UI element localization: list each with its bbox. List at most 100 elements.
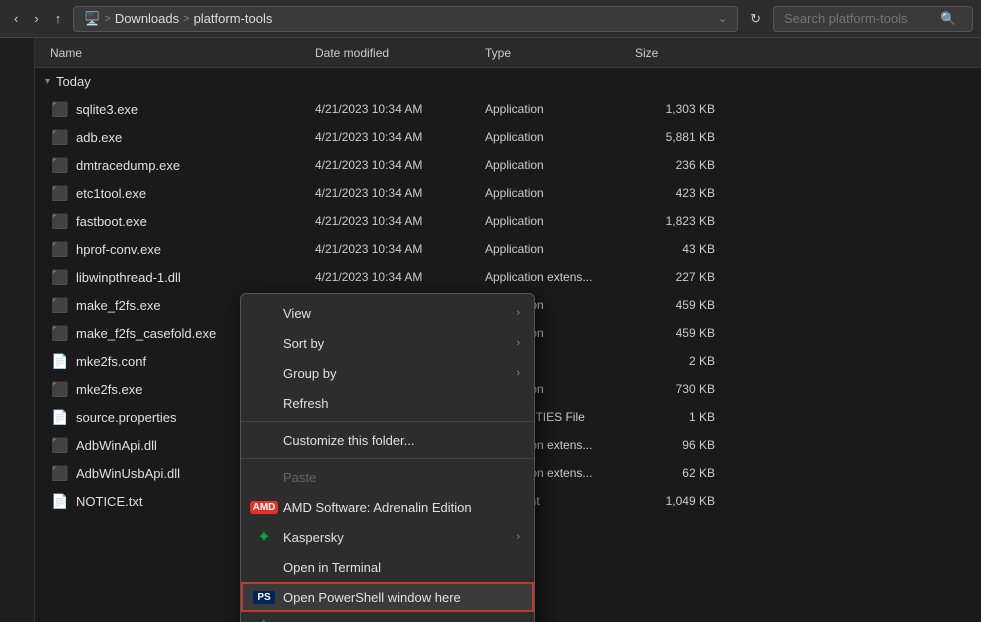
file-icon: ⬛ [50,99,70,119]
main-content: Name Date modified Type Size ▾ Today ⬛ sq… [35,38,981,622]
back-button[interactable]: ‹ [8,7,24,30]
search-input[interactable] [784,11,934,26]
context-menu-separator [241,458,534,459]
ctx-item-label: Open in Terminal [283,560,520,575]
context-menu-item-kaspersky[interactable]: ✦Kaspersky› [241,522,534,552]
table-row[interactable]: ⬛ etc1tool.exe 4/21/2023 10:34 AM Applic… [35,179,981,207]
breadcrumb[interactable]: 🖥️ > Downloads > platform-tools ⌄ [73,6,738,32]
dll-icon: ⬛ [51,437,68,454]
file-size: 43 KB [635,242,715,256]
col-header-size[interactable]: Size [635,46,715,60]
file-date: 4/21/2023 10:34 AM [315,242,485,256]
context-menu-separator [241,421,534,422]
ctx-item-icon [255,558,273,576]
table-row[interactable]: ⬛ dmtracedump.exe 4/21/2023 10:34 AM App… [35,151,981,179]
up-button[interactable]: ↑ [49,7,68,30]
ctx-item-label: Open PowerShell window here [283,590,520,605]
breadcrumb-downloads[interactable]: Downloads [115,11,179,26]
ctx-item-label: AMD Software: Adrenalin Edition [283,500,520,515]
context-menu-item-paste: Paste [241,462,534,492]
ctx-item-icon [255,334,273,352]
file-icon: ⬛ [50,463,70,483]
file-icon: 📄 [50,407,70,427]
context-menu-item-view[interactable]: View› [241,298,534,328]
ctx-item-label: View [283,306,506,321]
forward-button[interactable]: › [28,7,44,30]
group-label: Today [56,74,91,89]
exe-icon: ⬛ [51,241,68,258]
table-row[interactable]: ⬛ hprof-conv.exe 4/21/2023 10:34 AM Appl… [35,235,981,263]
table-row[interactable]: ⬛ adb.exe 4/21/2023 10:34 AM Application… [35,123,981,151]
context-menu-item-treesize[interactable]: 🌲TreeSize Free [241,612,534,622]
file-size: 62 KB [635,466,715,480]
file-icon: ⬛ [50,183,70,203]
file-type: Application extens... [485,270,635,284]
context-menu-item-amd[interactable]: AMDAMD Software: Adrenalin Edition [241,492,534,522]
file-icon: ⬛ [50,323,70,343]
context-menu-item-refresh[interactable]: Refresh [241,388,534,418]
conf-icon: 📄 [51,353,68,370]
file-name: fastboot.exe [76,214,310,229]
table-row[interactable]: ⬛ sqlite3.exe 4/21/2023 10:34 AM Applica… [35,95,981,123]
search-box[interactable]: 🔍 [773,6,973,32]
file-name: etc1tool.exe [76,186,310,201]
file-icon: 📄 [50,351,70,371]
col-header-date[interactable]: Date modified [315,46,485,60]
file-type: Application [485,158,635,172]
file-name: adb.exe [76,130,310,145]
col-header-type[interactable]: Type [485,46,635,60]
file-icon: ⬛ [50,267,70,287]
ctx-submenu-arrow: › [516,337,520,349]
file-icon: ⬛ [50,127,70,147]
refresh-button[interactable]: ↻ [744,7,767,31]
file-name: hprof-conv.exe [76,242,310,257]
ctx-item-label: Kaspersky [283,530,506,545]
ctx-item-icon [255,468,273,486]
context-menu-item-open-powershell[interactable]: PSOpen PowerShell window here [241,582,534,612]
ctx-item-label: Sort by [283,336,506,351]
file-size: 1 KB [635,410,715,424]
breadcrumb-sep2: > [183,13,189,25]
exe-icon: ⬛ [51,157,68,174]
prop-icon: 📄 [51,409,68,426]
table-row[interactable]: ⬛ fastboot.exe 4/21/2023 10:34 AM Applic… [35,207,981,235]
ctx-item-icon [255,364,273,382]
file-name: libwinpthread-1.dll [76,270,310,285]
file-icon: ⬛ [50,379,70,399]
file-size: 730 KB [635,382,715,396]
context-menu-item-customize[interactable]: Customize this folder... [241,425,534,455]
breadcrumb-sep: > [104,13,110,25]
file-size: 459 KB [635,326,715,340]
col-header-name[interactable]: Name [45,46,315,60]
context-menu-item-sort-by[interactable]: Sort by › [241,328,534,358]
context-menu-item-open-terminal[interactable]: Open in Terminal [241,552,534,582]
ctx-item-icon [255,394,273,412]
file-date: 4/21/2023 10:34 AM [315,214,485,228]
file-size: 459 KB [635,298,715,312]
file-icon: ⬛ [50,435,70,455]
ctx-submenu-arrow: › [516,367,520,379]
file-size: 2 KB [635,354,715,368]
group-chevron: ▾ [45,76,50,87]
file-size: 227 KB [635,270,715,284]
file-date: 4/21/2023 10:34 AM [315,130,485,144]
exe-icon: ⬛ [51,381,68,398]
file-name: dmtracedump.exe [76,158,310,173]
file-type: Application [485,214,635,228]
sidebar [0,38,35,622]
ctx-item-label: Customize this folder... [283,433,520,448]
exe-icon: ⬛ [51,297,68,314]
file-size: 5,881 KB [635,130,715,144]
dll-icon: ⬛ [51,269,68,286]
file-size: 1,049 KB [635,494,715,508]
file-date: 4/21/2023 10:34 AM [315,158,485,172]
address-bar: ‹ › ↑ 🖥️ > Downloads > platform-tools ⌄ … [0,0,981,38]
file-icon: 📄 [50,491,70,511]
table-row[interactable]: ⬛ libwinpthread-1.dll 4/21/2023 10:34 AM… [35,263,981,291]
context-menu-item-group-by[interactable]: Group by› [241,358,534,388]
breadcrumb-platform-tools[interactable]: platform-tools [194,11,273,26]
group-header[interactable]: ▾ Today [35,68,981,95]
breadcrumb-dropdown[interactable]: ⌄ [718,12,727,25]
file-date: 4/21/2023 10:34 AM [315,102,485,116]
file-icon: ⬛ [50,155,70,175]
